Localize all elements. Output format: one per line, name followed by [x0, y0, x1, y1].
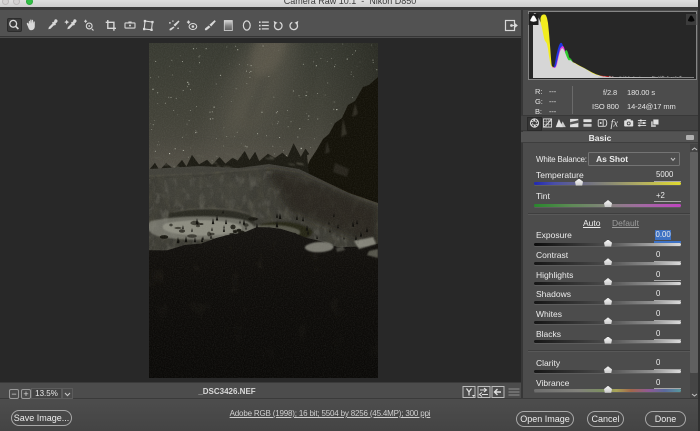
svg-text:fx: fx	[611, 119, 619, 130]
